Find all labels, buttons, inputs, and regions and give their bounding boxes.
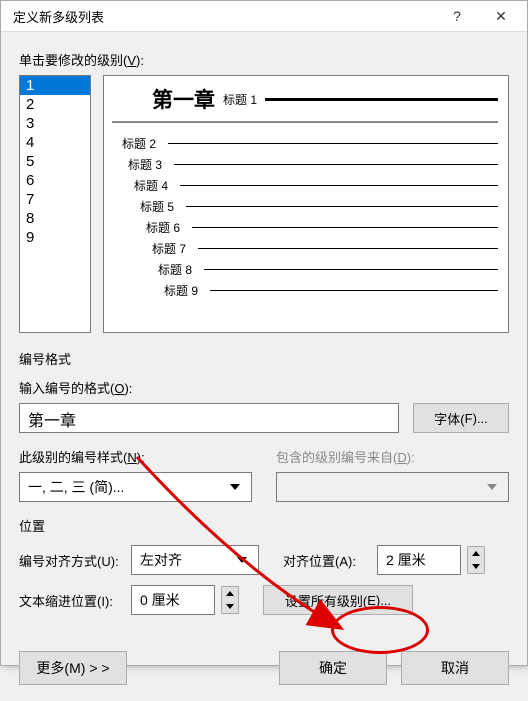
- preview-line: [198, 248, 498, 250]
- number-format-section: 编号格式 输入编号的格式(O): 第一章 字体(F)... 此级别的编号样式(N…: [19, 349, 509, 502]
- level-item[interactable]: 3: [20, 114, 90, 133]
- level-listbox[interactable]: 123456789: [19, 75, 91, 333]
- level-list-label: 单击要修改的级别(V):: [19, 50, 509, 69]
- level-item[interactable]: 7: [20, 190, 90, 209]
- preview-line: [180, 185, 498, 187]
- preview-row-label: 标题 8: [158, 261, 198, 278]
- chevron-down-icon: [230, 547, 254, 573]
- preview-line: [210, 290, 498, 292]
- text-indent-label: 文本缩进位置(I):: [19, 591, 125, 610]
- level-and-preview-row: 123456789 第一章标题 1 标题 2 标题 3 标题 4 标题 5 标题 6 标题 …: [19, 75, 509, 333]
- close-button[interactable]: ✕: [479, 1, 523, 31]
- preview-row-label: 标题 7: [152, 240, 192, 257]
- align-position-input[interactable]: 2 厘米: [377, 545, 461, 575]
- include-from-label: 包含的级别编号来自(D):: [276, 447, 509, 466]
- font-button[interactable]: 字体(F)...: [413, 403, 509, 433]
- preview-line: [174, 164, 498, 166]
- titlebar: 定义新多级列表 ? ✕: [1, 1, 527, 32]
- position-section-title: 位置: [19, 516, 509, 535]
- level-item[interactable]: 9: [20, 228, 90, 247]
- preview-row-label: 标题 4: [134, 177, 174, 194]
- preview-row-label: 标题 3: [128, 156, 168, 173]
- level-item[interactable]: 1: [20, 76, 90, 95]
- preview-line: [265, 98, 498, 101]
- more-button[interactable]: 更多(M) > >: [19, 651, 127, 685]
- preview-line: [192, 227, 498, 229]
- spinner-down-icon: [222, 600, 238, 613]
- ok-button[interactable]: 确定: [279, 651, 387, 685]
- chevron-down-icon: [223, 474, 247, 500]
- dialog-bottom-bar: 更多(M) > > 确定 取消: [1, 639, 527, 701]
- align-position-spinner[interactable]: [467, 546, 485, 574]
- dialog-content: 单击要修改的级别(V): 123456789 第一章标题 1标题 2标题 3标题…: [1, 32, 527, 639]
- number-format-label: 输入编号的格式(O):: [19, 378, 509, 397]
- dialog-define-multilevel-list: 定义新多级列表 ? ✕ 单击要修改的级别(V): 123456789 第一章标题…: [0, 0, 528, 666]
- chevron-down-icon: [480, 474, 504, 500]
- set-all-levels-button[interactable]: 设置所有级别(E)...: [263, 585, 413, 615]
- spinner-up-icon: [468, 547, 484, 560]
- number-format-section-title: 编号格式: [19, 349, 509, 368]
- position-section: 位置 编号对齐方式(U): 左对齐 对齐位置(A): 2 厘米: [19, 516, 509, 615]
- preview-panel: 第一章标题 1 标题 2 标题 3 标题 4 标题 5 标题 6 标题 7 标题 8 标题 9: [103, 75, 509, 333]
- text-indent-spinner[interactable]: [221, 586, 239, 614]
- preview-level1-number: 第一章: [152, 84, 215, 114]
- preview-line: [204, 269, 498, 271]
- preview-line: [186, 206, 498, 208]
- number-style-label: 此级别的编号样式(N):: [19, 447, 252, 466]
- number-style-select[interactable]: 一, 二, 三 (简)...: [19, 472, 252, 502]
- preview-level1-label: 标题 1: [223, 91, 257, 108]
- number-format-input[interactable]: 第一章: [19, 403, 399, 433]
- level-item[interactable]: 2: [20, 95, 90, 114]
- level-item[interactable]: 8: [20, 209, 90, 228]
- align-position-label: 对齐位置(A):: [283, 551, 371, 570]
- text-indent-input[interactable]: 0 厘米: [131, 585, 215, 615]
- window-title: 定义新多级列表: [13, 7, 435, 26]
- level-item[interactable]: 6: [20, 171, 90, 190]
- preview-row-label: 标题 9: [164, 282, 204, 299]
- spinner-up-icon: [222, 587, 238, 600]
- level-item[interactable]: 5: [20, 152, 90, 171]
- preview-row-label: 标题 6: [146, 219, 186, 236]
- level-item[interactable]: 4: [20, 133, 90, 152]
- help-button[interactable]: ?: [435, 1, 479, 31]
- preview-row-label: 标题 2: [122, 135, 162, 152]
- cancel-button[interactable]: 取消: [401, 651, 509, 685]
- include-from-select: [276, 472, 509, 502]
- preview-row-label: 标题 5: [140, 198, 180, 215]
- preview-line: [168, 143, 498, 145]
- spinner-down-icon: [468, 560, 484, 573]
- align-type-label: 编号对齐方式(U):: [19, 551, 125, 570]
- align-type-select[interactable]: 左对齐: [131, 545, 259, 575]
